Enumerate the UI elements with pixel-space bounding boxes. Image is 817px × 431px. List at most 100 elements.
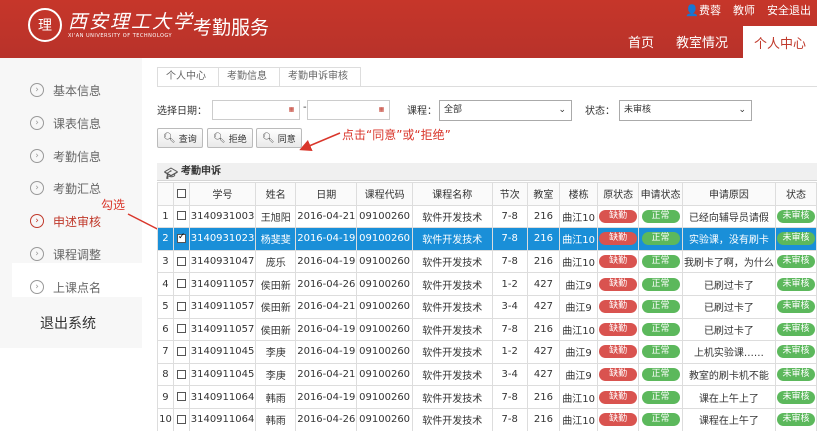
- row-checkbox[interactable]: [172, 317, 190, 342]
- nav-home[interactable]: 首页: [617, 26, 665, 58]
- checkbox-icon[interactable]: [176, 414, 186, 424]
- logo-chinese-name: 西安理工大学: [68, 11, 195, 33]
- graduation-cap-icon: 🎓︎: [164, 167, 178, 180]
- row-checkbox[interactable]: [172, 249, 190, 274]
- sidebar-item-attendance-info[interactable]: › 考勤信息: [30, 146, 101, 166]
- absent-badge: 缺勤: [599, 413, 638, 427]
- cell-orig-status: 缺勤: [597, 407, 640, 431]
- search-icon: 🔍︎: [213, 132, 226, 144]
- date-from-input[interactable]: ▦: [212, 100, 300, 120]
- sidebar-logout[interactable]: 退出系统: [40, 313, 96, 333]
- select-all-checkbox-icon[interactable]: [176, 188, 186, 198]
- status-badge: 未审核: [776, 300, 815, 314]
- cell-building: 曲江10: [558, 249, 599, 274]
- row-checkbox[interactable]: [172, 204, 190, 229]
- sidebar-item-appeal-review[interactable]: › 申述审核: [30, 211, 101, 231]
- table-row[interactable]: 4 3140911057 侯田新 2016-04-26 09100260 软件开发技术 1-…: [157, 272, 817, 296]
- cell-period: 3-4: [491, 294, 528, 319]
- normal-badge: 正常: [641, 345, 680, 359]
- table-row[interactable]: 5 3140911057 侯田新 2016-04-21 09100260 软件开发技术 3-…: [157, 294, 817, 319]
- sidebar-item-schedule[interactable]: › 课表信息: [30, 113, 101, 133]
- checkbox-icon[interactable]: [176, 369, 186, 379]
- user-links: 👤费蓉 教师 安全退出: [685, 2, 811, 18]
- query-button[interactable]: 🔍︎ 查询: [157, 128, 203, 148]
- table-row[interactable]: 8 3140911045 李庚 2016-04-21 09100260 软件开发技术 3-4…: [157, 362, 817, 387]
- cell-building: 曲江10: [558, 227, 599, 251]
- cell-status: 未审核: [774, 294, 817, 319]
- status-badge: 未审核: [776, 390, 815, 404]
- table-row[interactable]: 3 3140931047 庞乐 2016-04-19 09100260 软件开发技术 7-8…: [157, 249, 817, 274]
- safe-logout-link[interactable]: 安全退出: [767, 2, 811, 18]
- cell-building: 曲江10: [558, 385, 599, 409]
- cell-apply-status: 正常: [638, 227, 683, 251]
- sidebar-item-attendance-summary[interactable]: › 考勤汇总: [30, 178, 101, 198]
- breadcrumb-attendance-info[interactable]: 考勤信息: [219, 68, 280, 86]
- row-checkbox[interactable]: [172, 362, 190, 387]
- cell-date: 2016-04-21: [295, 362, 358, 387]
- cell-reason: 已经向辅导员请假: [681, 204, 776, 229]
- table-row[interactable]: 1 3140931003 王旭阳 2016-04-21 09100260 软件开发技术 7-…: [157, 204, 817, 229]
- col-header-select-all[interactable]: [172, 182, 190, 206]
- checkbox-icon[interactable]: [176, 346, 186, 356]
- table-row[interactable]: 2 3140931023杨斐斐2016-04-1909100260软件开发技术7-…: [157, 227, 817, 251]
- user-icon: 👤: [685, 4, 699, 17]
- cell-period: 7-8: [491, 249, 528, 274]
- cell-course-name: 软件开发技术: [411, 249, 493, 274]
- row-checkbox[interactable]: [172, 227, 190, 251]
- col-header-building: 楼栋: [558, 182, 599, 206]
- cell-room: 216: [526, 385, 560, 409]
- nav-personal-center[interactable]: 个人中心: [742, 26, 817, 58]
- row-checkbox[interactable]: [172, 272, 190, 296]
- table-row[interactable]: 7 3140911045 李庚 2016-04-19 09100260 软件开发技术 1-2…: [157, 340, 817, 364]
- cell-course-code: 09100260: [356, 294, 413, 319]
- row-checkbox[interactable]: [172, 340, 190, 364]
- col-header-index: [157, 182, 174, 206]
- chevron-right-icon: ›: [30, 83, 44, 97]
- user-name-link[interactable]: 👤费蓉: [685, 2, 721, 18]
- cell-period: 3-4: [491, 362, 528, 387]
- approve-button[interactable]: 🔍︎ 同意: [256, 128, 302, 148]
- chevron-right-icon: ›: [30, 214, 44, 228]
- cell-apply-status: 正常: [638, 204, 683, 229]
- cell-period: 7-8: [491, 204, 528, 229]
- row-checkbox[interactable]: [172, 294, 190, 319]
- cell-course-name: 软件开发技术: [411, 385, 493, 409]
- date-label: 选择日期：: [157, 106, 207, 117]
- course-select[interactable]: 全部 ⌄: [439, 100, 572, 121]
- checkbox-icon[interactable]: [176, 324, 186, 334]
- col-header-date: 日期: [295, 182, 358, 206]
- sidebar-item-roll-call[interactable]: › 上课点名: [30, 277, 101, 297]
- appeal-panel-title: 🎓︎ 考勤申诉: [157, 163, 817, 181]
- calendar-icon[interactable]: ▦: [376, 104, 387, 115]
- university-logo[interactable]: 理 西安理工大学 XI'AN UNIVERSITY OF TECHNOLOGY: [28, 8, 194, 42]
- cell-orig-status: 缺勤: [597, 249, 640, 274]
- checkbox-icon[interactable]: [176, 256, 186, 266]
- breadcrumb-personal-center[interactable]: 个人中心: [158, 68, 219, 86]
- checkbox-icon[interactable]: [176, 301, 186, 311]
- row-number: 9: [157, 385, 174, 409]
- table-row[interactable]: 10 3140911064 韩雨 2016-04-26 09100260 软件开发技术 7-…: [157, 407, 817, 431]
- cell-status: 未审核: [774, 204, 817, 229]
- cell-building: 曲江10: [558, 317, 599, 342]
- cell-course-name: 软件开发技术: [411, 317, 493, 342]
- cell-status: 未审核: [774, 272, 817, 296]
- cell-status: 未审核: [774, 227, 817, 251]
- checkbox-icon[interactable]: [176, 232, 186, 243]
- nav-classroom-status[interactable]: 教室情况: [665, 26, 739, 58]
- row-checkbox[interactable]: [172, 385, 190, 409]
- table-row[interactable]: 9 3140911064 韩雨 2016-04-19 09100260 软件开发技术 7-8…: [157, 385, 817, 409]
- table-row[interactable]: 6 3140911057 侯田新 2016-04-19 09100260 软件开发技术 7-…: [157, 317, 817, 342]
- checkbox-icon[interactable]: [176, 211, 186, 221]
- cell-status: 未审核: [774, 340, 817, 364]
- sidebar-item-course-adjust[interactable]: › 课程调整: [30, 244, 101, 264]
- checkbox-icon[interactable]: [176, 279, 186, 289]
- row-checkbox[interactable]: [172, 407, 190, 431]
- calendar-icon[interactable]: ▦: [286, 104, 297, 115]
- cell-building: 曲江10: [558, 204, 599, 229]
- sidebar-item-basic-info[interactable]: › 基本信息: [30, 80, 101, 100]
- cell-date: 2016-04-26: [295, 407, 358, 431]
- date-to-input[interactable]: ▦: [307, 100, 390, 120]
- status-select[interactable]: 未审核 ⌄: [619, 100, 752, 121]
- reject-button[interactable]: 🔍︎ 拒绝: [207, 128, 253, 148]
- checkbox-icon[interactable]: [176, 392, 186, 402]
